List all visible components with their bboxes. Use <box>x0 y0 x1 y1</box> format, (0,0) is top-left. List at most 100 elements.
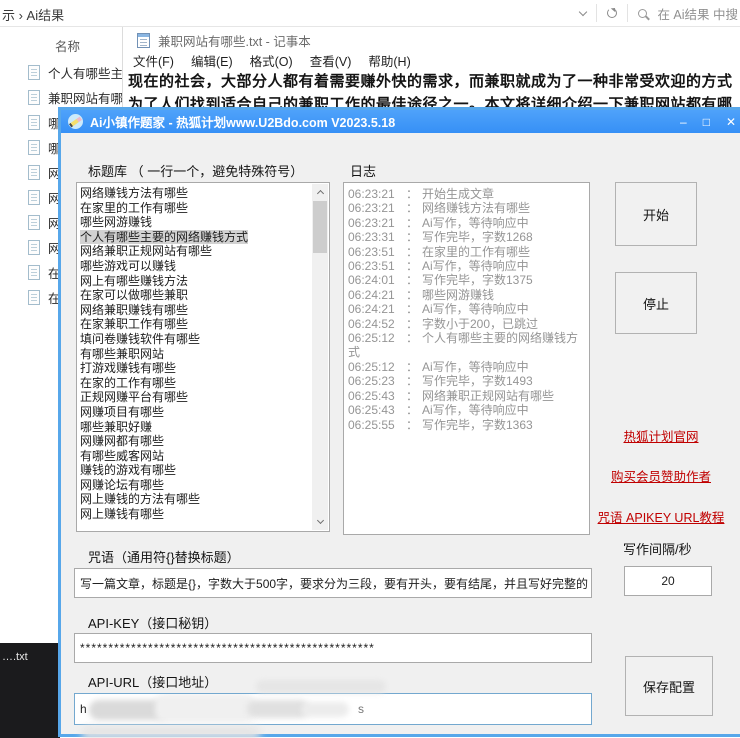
log-list: 06:23:21：开始生成文章06:23:21：网络赚钱方法有哪些06:23:2… <box>348 187 585 432</box>
title-item[interactable]: 哪些网游赚钱 <box>80 215 309 230</box>
menu-item-edit[interactable]: 编辑(E) <box>191 51 233 70</box>
api-url-label: API-URL（接口地址） <box>88 672 217 691</box>
title-item[interactable]: 个人有哪些主要的网络赚钱方式 <box>80 230 309 245</box>
title-item[interactable]: 在家的工作有哪些 <box>80 376 309 391</box>
title-item[interactable]: 网上赚钱有哪些 <box>80 507 309 522</box>
log-entry: 06:24:52：字数小于200，已跳过 <box>348 317 585 331</box>
notepad-line: 现在的社会，大部分人都有着需要赚外快的需求，而兼职就成为了一种非常受欢迎的方式 <box>128 70 740 93</box>
log-entry: 06:25:43：网络兼职正规网站有哪些 <box>348 389 585 403</box>
official-site-link[interactable]: 热狐计划官网 <box>623 430 698 444</box>
log-entry: 06:25:12：个人有哪些主要的网络赚钱方式 <box>348 331 585 360</box>
api-key-label: API-KEY（接口秘钥） <box>88 613 217 632</box>
maximize-button[interactable]: □ <box>703 116 710 128</box>
app-window: Ai小镇作题家 - 热狐计划www.U2Bdo.com V2023.5.18 –… <box>58 107 740 737</box>
text-file-icon <box>28 215 40 230</box>
menu-item-view[interactable]: 查看(V) <box>310 51 352 70</box>
title-item[interactable]: 网赚论坛有哪些 <box>80 478 309 493</box>
link-row: 热狐计划官网 <box>561 426 740 446</box>
minimize-button[interactable]: – <box>680 116 687 128</box>
title-item[interactable]: 网上赚钱的方法有哪些 <box>80 492 309 507</box>
log-label: 日志 <box>350 161 376 180</box>
notepad-icon <box>137 33 150 48</box>
spell-label: 咒语（通用符{}替换标题） <box>88 547 240 566</box>
log-panel[interactable]: 06:23:21：开始生成文章06:23:21：网络赚钱方法有哪些06:23:2… <box>343 182 590 535</box>
tutorial-link[interactable]: 咒语 APIKEY URL教程 <box>598 511 725 525</box>
title-item[interactable]: 打游戏赚钱有哪些 <box>80 361 309 376</box>
api-url-visible-start: h <box>80 702 87 716</box>
close-button[interactable]: ✕ <box>726 116 736 128</box>
column-header-name[interactable]: 名称 <box>55 36 80 55</box>
log-entry: 06:23:31：写作完毕，字数1268 <box>348 230 585 244</box>
menu-item-file[interactable]: 文件(F) <box>133 51 174 70</box>
log-entry: 06:24:21：哪些网游赚钱 <box>348 288 585 302</box>
app-titlebar[interactable]: Ai小镇作题家 - 热狐计划www.U2Bdo.com V2023.5.18 –… <box>61 110 740 133</box>
file-item[interactable]: 个人有哪些主要 <box>28 60 136 85</box>
menu-item-format[interactable]: 格式(O) <box>250 51 293 70</box>
title-item[interactable]: 网络赚钱方法有哪些 <box>80 186 309 201</box>
app-title: Ai小镇作题家 - 热狐计划www.U2Bdo.com V2023.5.18 <box>90 112 395 131</box>
notepad-titlebar: 兼职网站有哪些.txt - 记事本 <box>137 31 311 50</box>
api-url-visible-fragment: s <box>358 702 364 716</box>
scroll-up-button[interactable] <box>312 184 328 200</box>
title-item[interactable]: 正规网赚平台有哪些 <box>80 390 309 405</box>
log-entry: 06:25:12：Ai写作，等待响应中 <box>348 360 585 374</box>
log-entry: 06:23:21：Ai写作，等待响应中 <box>348 216 585 230</box>
title-library-listbox[interactable]: 网络赚钱方法有哪些在家里的工作有哪些哪些网游赚钱个人有哪些主要的网络赚钱方式网络… <box>76 182 330 532</box>
title-item[interactable]: 填问卷赚钱软件有哪些 <box>80 332 309 347</box>
log-entry: 06:25:23：写作完毕，字数1493 <box>348 374 585 388</box>
menu-item-help[interactable]: 帮助(H) <box>368 51 410 70</box>
log-entry: 06:23:51：在家里的工作有哪些 <box>348 245 585 259</box>
title-library-label: 标题库 （ 一行一个，避免特殊符号） <box>88 161 303 180</box>
stop-button[interactable]: 停止 <box>615 272 697 334</box>
interval-input[interactable]: 20 <box>624 566 712 596</box>
title-item[interactable]: 赚钱的游戏有哪些 <box>80 463 309 478</box>
log-entry: 06:24:01：写作完毕，字数1375 <box>348 273 585 287</box>
text-file-icon <box>28 165 40 180</box>
notepad-title: 兼职网站有哪些.txt - 记事本 <box>158 31 311 50</box>
search-input[interactable]: 在 Ai结果 中搜 <box>657 4 738 23</box>
chevron-down-icon[interactable] <box>579 7 587 15</box>
link-row: 咒语 APIKEY URL教程 <box>561 507 740 527</box>
title-item[interactable]: 哪些游戏可以赚钱 <box>80 259 309 274</box>
screen: 示 › Ai结果 在 Ai结果 中搜 名称 个人有哪些主要兼职网站有哪些哪些哪些… <box>0 0 740 738</box>
dark-panel: ….txt <box>0 643 60 738</box>
redaction-blur <box>81 726 261 738</box>
log-entry: 06:24:21：Ai写作，等待响应中 <box>348 302 585 316</box>
link-row: 购买会员赞助作者 <box>561 466 740 486</box>
scroll-down-button[interactable] <box>312 514 328 530</box>
title-item[interactable]: 网络兼职正规网站有哪些 <box>80 244 309 259</box>
title-item[interactable]: 网上有哪些赚钱方法 <box>80 274 309 289</box>
title-item[interactable]: 在家可以做哪些兼职 <box>80 288 309 303</box>
notepad-menubar: 文件(F) 编辑(E) 格式(O) 查看(V) 帮助(H) <box>133 51 411 70</box>
refresh-icon[interactable] <box>607 8 617 18</box>
text-file-icon <box>28 240 40 255</box>
title-item[interactable]: 有哪些兼职网站 <box>80 347 309 362</box>
title-item[interactable]: 网赚项目有哪些 <box>80 405 309 420</box>
redaction-blur <box>256 680 386 693</box>
breadcrumb[interactable]: 示 › Ai结果 <box>2 5 64 24</box>
log-entry: 06:23:51：Ai写作，等待响应中 <box>348 259 585 273</box>
text-file-icon <box>28 90 40 105</box>
save-config-button[interactable]: 保存配置 <box>625 656 713 716</box>
search-icon <box>638 9 647 18</box>
interval-label: 写作间隔/秒 <box>623 539 692 558</box>
text-file-icon <box>28 140 40 155</box>
title-item[interactable]: 在家里的工作有哪些 <box>80 201 309 216</box>
redaction-blur <box>89 696 349 722</box>
divider <box>627 4 628 22</box>
title-list: 网络赚钱方法有哪些在家里的工作有哪些哪些网游赚钱个人有哪些主要的网络赚钱方式网络… <box>80 186 309 522</box>
title-item[interactable]: 网赚网都有哪些 <box>80 434 309 449</box>
title-item[interactable]: 网络兼职赚钱有哪些 <box>80 303 309 318</box>
text-file-icon <box>28 190 40 205</box>
buy-membership-link[interactable]: 购买会员赞助作者 <box>611 470 711 484</box>
listbox-scrollbar[interactable] <box>312 184 328 530</box>
title-item[interactable]: 在家兼职工作有哪些 <box>80 317 309 332</box>
start-button[interactable]: 开始 <box>615 182 697 246</box>
api-key-input[interactable]: ****************************************… <box>74 633 592 663</box>
title-item[interactable]: 有哪些威客网站 <box>80 449 309 464</box>
api-url-input[interactable]: h s <box>74 693 592 725</box>
spell-input[interactable]: 写一篇文章，标题是{}，字数大于500字，要求分为三段，要有开头，要有结尾，并且… <box>74 568 592 598</box>
scrollbar-thumb[interactable] <box>313 201 327 253</box>
title-item[interactable]: 哪些兼职好赚 <box>80 420 309 435</box>
text-file-icon <box>28 115 40 130</box>
